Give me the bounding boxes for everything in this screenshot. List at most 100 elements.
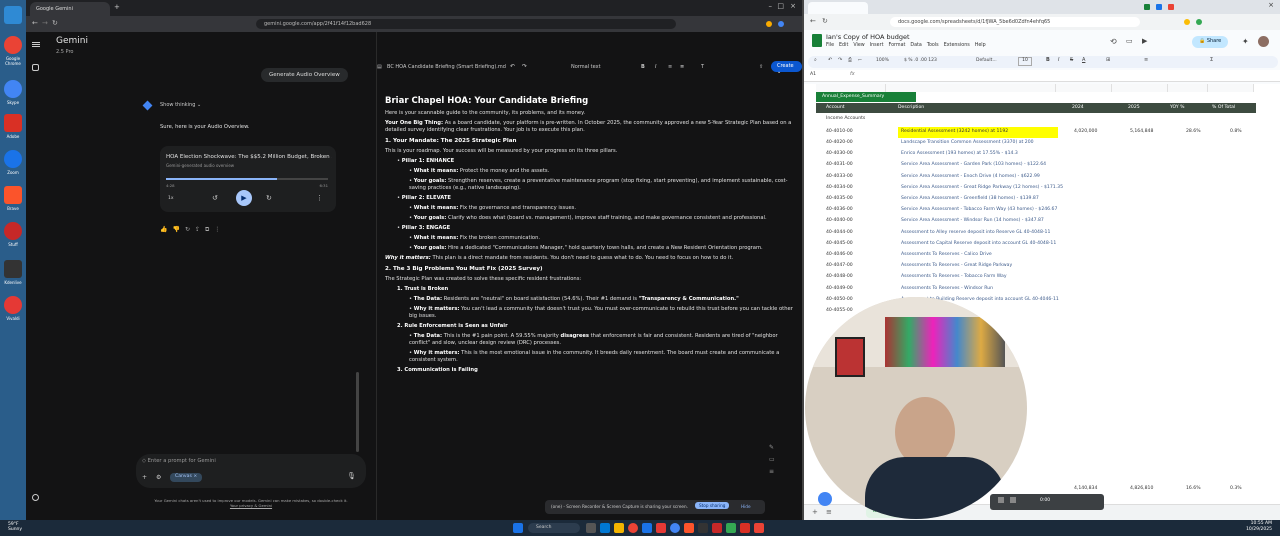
create-button[interactable]: Create ⌄ — [771, 61, 802, 75]
more-options-icon[interactable]: ⋮ — [316, 194, 323, 202]
filter-view-label[interactable]: Annual_Expense_Summary — [816, 92, 916, 102]
menu-item-format[interactable]: Format — [888, 43, 905, 48]
undo-icon[interactable]: ↶ — [828, 57, 832, 63]
explore-icon[interactable] — [818, 492, 832, 506]
redo-icon[interactable]: ↷ — [838, 57, 842, 63]
paint-format-icon[interactable]: ⌐ — [858, 57, 862, 63]
table-row[interactable]: 40-4049-00 Assessments To Reserves - Wind… — [816, 284, 1256, 295]
currency-icon[interactable]: $ % .0 .00 123 — [904, 58, 937, 63]
copy-icon[interactable]: ⧉ — [205, 226, 214, 233]
menu-item-edit[interactable]: Edit — [839, 43, 848, 48]
table-row-highlight[interactable]: 40-4010-00 Residential Assessment (3242 … — [816, 127, 1256, 138]
chrome-icon[interactable] — [628, 523, 638, 533]
prompt-input[interactable]: ◇ Enter a prompt for Gemini — [142, 458, 216, 464]
new-tab-button[interactable]: + — [114, 3, 120, 11]
bullet-list-icon[interactable]: ≡ — [668, 64, 672, 70]
history-icon[interactable]: ⟲ — [1110, 37, 1117, 46]
add-icon[interactable]: + — [142, 474, 147, 481]
docs-tab-icon[interactable] — [1156, 4, 1162, 10]
menu-item-help[interactable]: Help — [975, 43, 986, 48]
app-icon[interactable] — [642, 523, 652, 533]
reload-icon[interactable]: ↻ — [822, 17, 828, 25]
clear-format-icon[interactable]: Ƭ — [701, 64, 704, 70]
font-select[interactable]: Default... — [976, 58, 997, 63]
profile-icon[interactable] — [778, 21, 784, 27]
reload-icon[interactable]: ↻ — [52, 19, 58, 27]
app-icon[interactable] — [670, 523, 680, 533]
task-view-icon[interactable] — [586, 523, 596, 533]
table-row[interactable]: 40-4044-00 Assessment to Alley reserve de… — [816, 228, 1256, 239]
share-button[interactable]: 🔒 Share — [1192, 36, 1229, 48]
thumbs-down-icon[interactable]: 👎 — [172, 226, 184, 233]
menu-item-extensions[interactable]: Extensions — [944, 43, 970, 48]
menu-item-data[interactable]: Data — [910, 43, 921, 48]
more-icon[interactable]: ⋮ — [214, 226, 225, 233]
menu-item-view[interactable]: View — [853, 43, 864, 48]
sheet-title[interactable]: Ian's Copy of HOA budget — [826, 33, 910, 41]
numbered-list-icon[interactable]: ≣ — [680, 64, 684, 70]
canvas-chip[interactable]: Canvas × — [170, 473, 203, 482]
name-box[interactable]: A1 — [810, 72, 816, 77]
all-sheets-icon[interactable]: ≡ — [826, 508, 832, 516]
hide-button[interactable]: Hide — [741, 504, 751, 509]
app-icon[interactable] — [656, 523, 666, 533]
column-header[interactable] — [1056, 84, 1112, 92]
table-row[interactable]: 40-4020-00 Landscape Transition Common As… — [816, 138, 1256, 149]
back-icon[interactable]: ← — [810, 17, 816, 25]
sheets-tab-icon[interactable] — [1144, 4, 1150, 10]
zoom-select[interactable]: 100% — [876, 58, 889, 63]
menu-item-tools[interactable]: Tools — [927, 43, 939, 48]
model-selector[interactable]: 2.5 Pro — [56, 49, 73, 55]
app-icon[interactable] — [726, 523, 736, 533]
share-icon[interactable]: ⇪ — [759, 64, 763, 70]
functions-icon[interactable]: Σ — [1210, 57, 1213, 63]
settings-icon[interactable] — [32, 494, 39, 501]
skype-icon[interactable] — [4, 80, 22, 98]
app-icon[interactable] — [754, 523, 764, 533]
tab-gemini[interactable]: Google Gemini — [30, 2, 110, 16]
column-header[interactable] — [1208, 84, 1254, 92]
tab-sheets[interactable] — [808, 2, 868, 14]
forward-icon[interactable]: ↻ — [266, 194, 272, 202]
brave-icon[interactable] — [684, 523, 694, 533]
redo-icon[interactable]: ↷ — [522, 63, 527, 70]
print-icon[interactable]: ⎙ — [848, 57, 852, 63]
tools-icon[interactable]: ⚙ — [156, 474, 161, 481]
webcam-overlay[interactable] — [805, 297, 1027, 519]
new-chat-icon[interactable] — [32, 64, 39, 71]
app-icon[interactable] — [4, 222, 22, 240]
app-icon[interactable] — [740, 523, 750, 533]
add-sheet-icon[interactable]: + — [812, 508, 818, 516]
gmail-tab-icon[interactable] — [1168, 4, 1174, 10]
microphone-icon[interactable]: 🎙 — [347, 472, 356, 480]
table-row[interactable]: 40-4046-00 Assessments To Reserves - Cali… — [816, 250, 1256, 261]
table-row[interactable]: 40-4035-00 Service Area Assessment - Gree… — [816, 194, 1256, 205]
close-icon[interactable]: × — [790, 2, 796, 10]
minimize-icon[interactable]: – — [769, 2, 773, 10]
stop-sharing-button[interactable]: Stop sharing — [695, 502, 730, 509]
list-icon[interactable]: ≡ — [769, 466, 775, 478]
comment-icon[interactable]: ▭ — [769, 454, 775, 466]
table-row[interactable]: 40-4034-00 Service Area Assessment - Grea… — [816, 183, 1256, 194]
table-row[interactable]: 40-4045-00 Assessment to Capital Reserve … — [816, 239, 1256, 250]
url-field[interactable]: gemini.google.com/app/2f41f14f12bad628 — [256, 19, 676, 29]
file-explorer-icon[interactable] — [614, 523, 624, 533]
forward-icon[interactable]: → — [42, 19, 48, 27]
chrome-icon[interactable] — [4, 36, 22, 54]
back-icon[interactable]: ← — [32, 19, 38, 27]
extension-icon[interactable] — [1196, 19, 1202, 25]
taskbar-search[interactable]: Search — [528, 523, 580, 533]
table-row[interactable]: 40-4030-00 Enrico Assessment (193 homes) … — [816, 149, 1256, 160]
chat-scrollbar[interactable] — [356, 372, 359, 452]
table-row[interactable]: 40-4048-00 Assessments To Reserves - Toba… — [816, 272, 1256, 283]
text-color-icon[interactable]: A — [1082, 57, 1085, 63]
table-row[interactable]: 40-4031-00 Service Area Assessment - Gard… — [816, 160, 1256, 171]
zoom-icon[interactable] — [4, 150, 22, 168]
comment-icon[interactable]: ▭ — [1126, 37, 1133, 45]
table-row[interactable]: 40-4036-00 Service Area Assessment - Toba… — [816, 205, 1256, 216]
table-row[interactable]: 40-4047-00 Assessments To Reserves - Grea… — [816, 261, 1256, 272]
menu-item-insert[interactable]: Insert — [870, 43, 884, 48]
menu-item-file[interactable]: File — [826, 43, 834, 48]
avatar[interactable] — [1258, 36, 1269, 47]
close-icon[interactable]: × — [1268, 1, 1274, 9]
